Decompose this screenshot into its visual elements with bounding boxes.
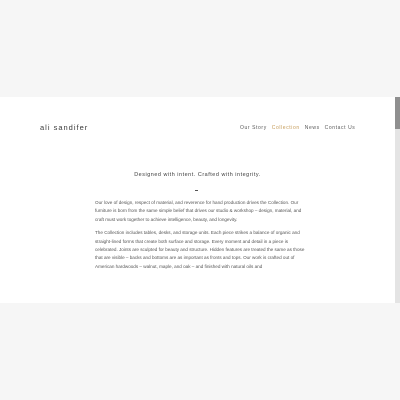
nav-item-news[interactable]: News [305, 125, 320, 131]
nav-item-our-story[interactable]: Our Story [240, 125, 267, 131]
site-title[interactable]: ali sandifer [40, 123, 88, 132]
scrollbar-thumb[interactable] [395, 97, 400, 129]
page-tagline: Designed with intent. Crafted with integ… [134, 172, 261, 178]
paragraph-collection: The Collection includes tables, desks, a… [95, 230, 305, 269]
separator-dash [195, 190, 198, 191]
nav-item-contact-us[interactable]: Contact Us [325, 125, 356, 131]
browser-viewport: ali sandifer Our Story Collection News C… [0, 97, 395, 303]
nav-item-collection[interactable]: Collection [272, 125, 300, 131]
vertical-scrollbar[interactable] [395, 97, 400, 303]
collection-description: Our love of design, respect of material,… [95, 199, 305, 276]
main-nav: Our Story Collection News Contact Us [240, 125, 355, 131]
paragraph-intro: Our love of design, respect of material,… [95, 200, 302, 222]
